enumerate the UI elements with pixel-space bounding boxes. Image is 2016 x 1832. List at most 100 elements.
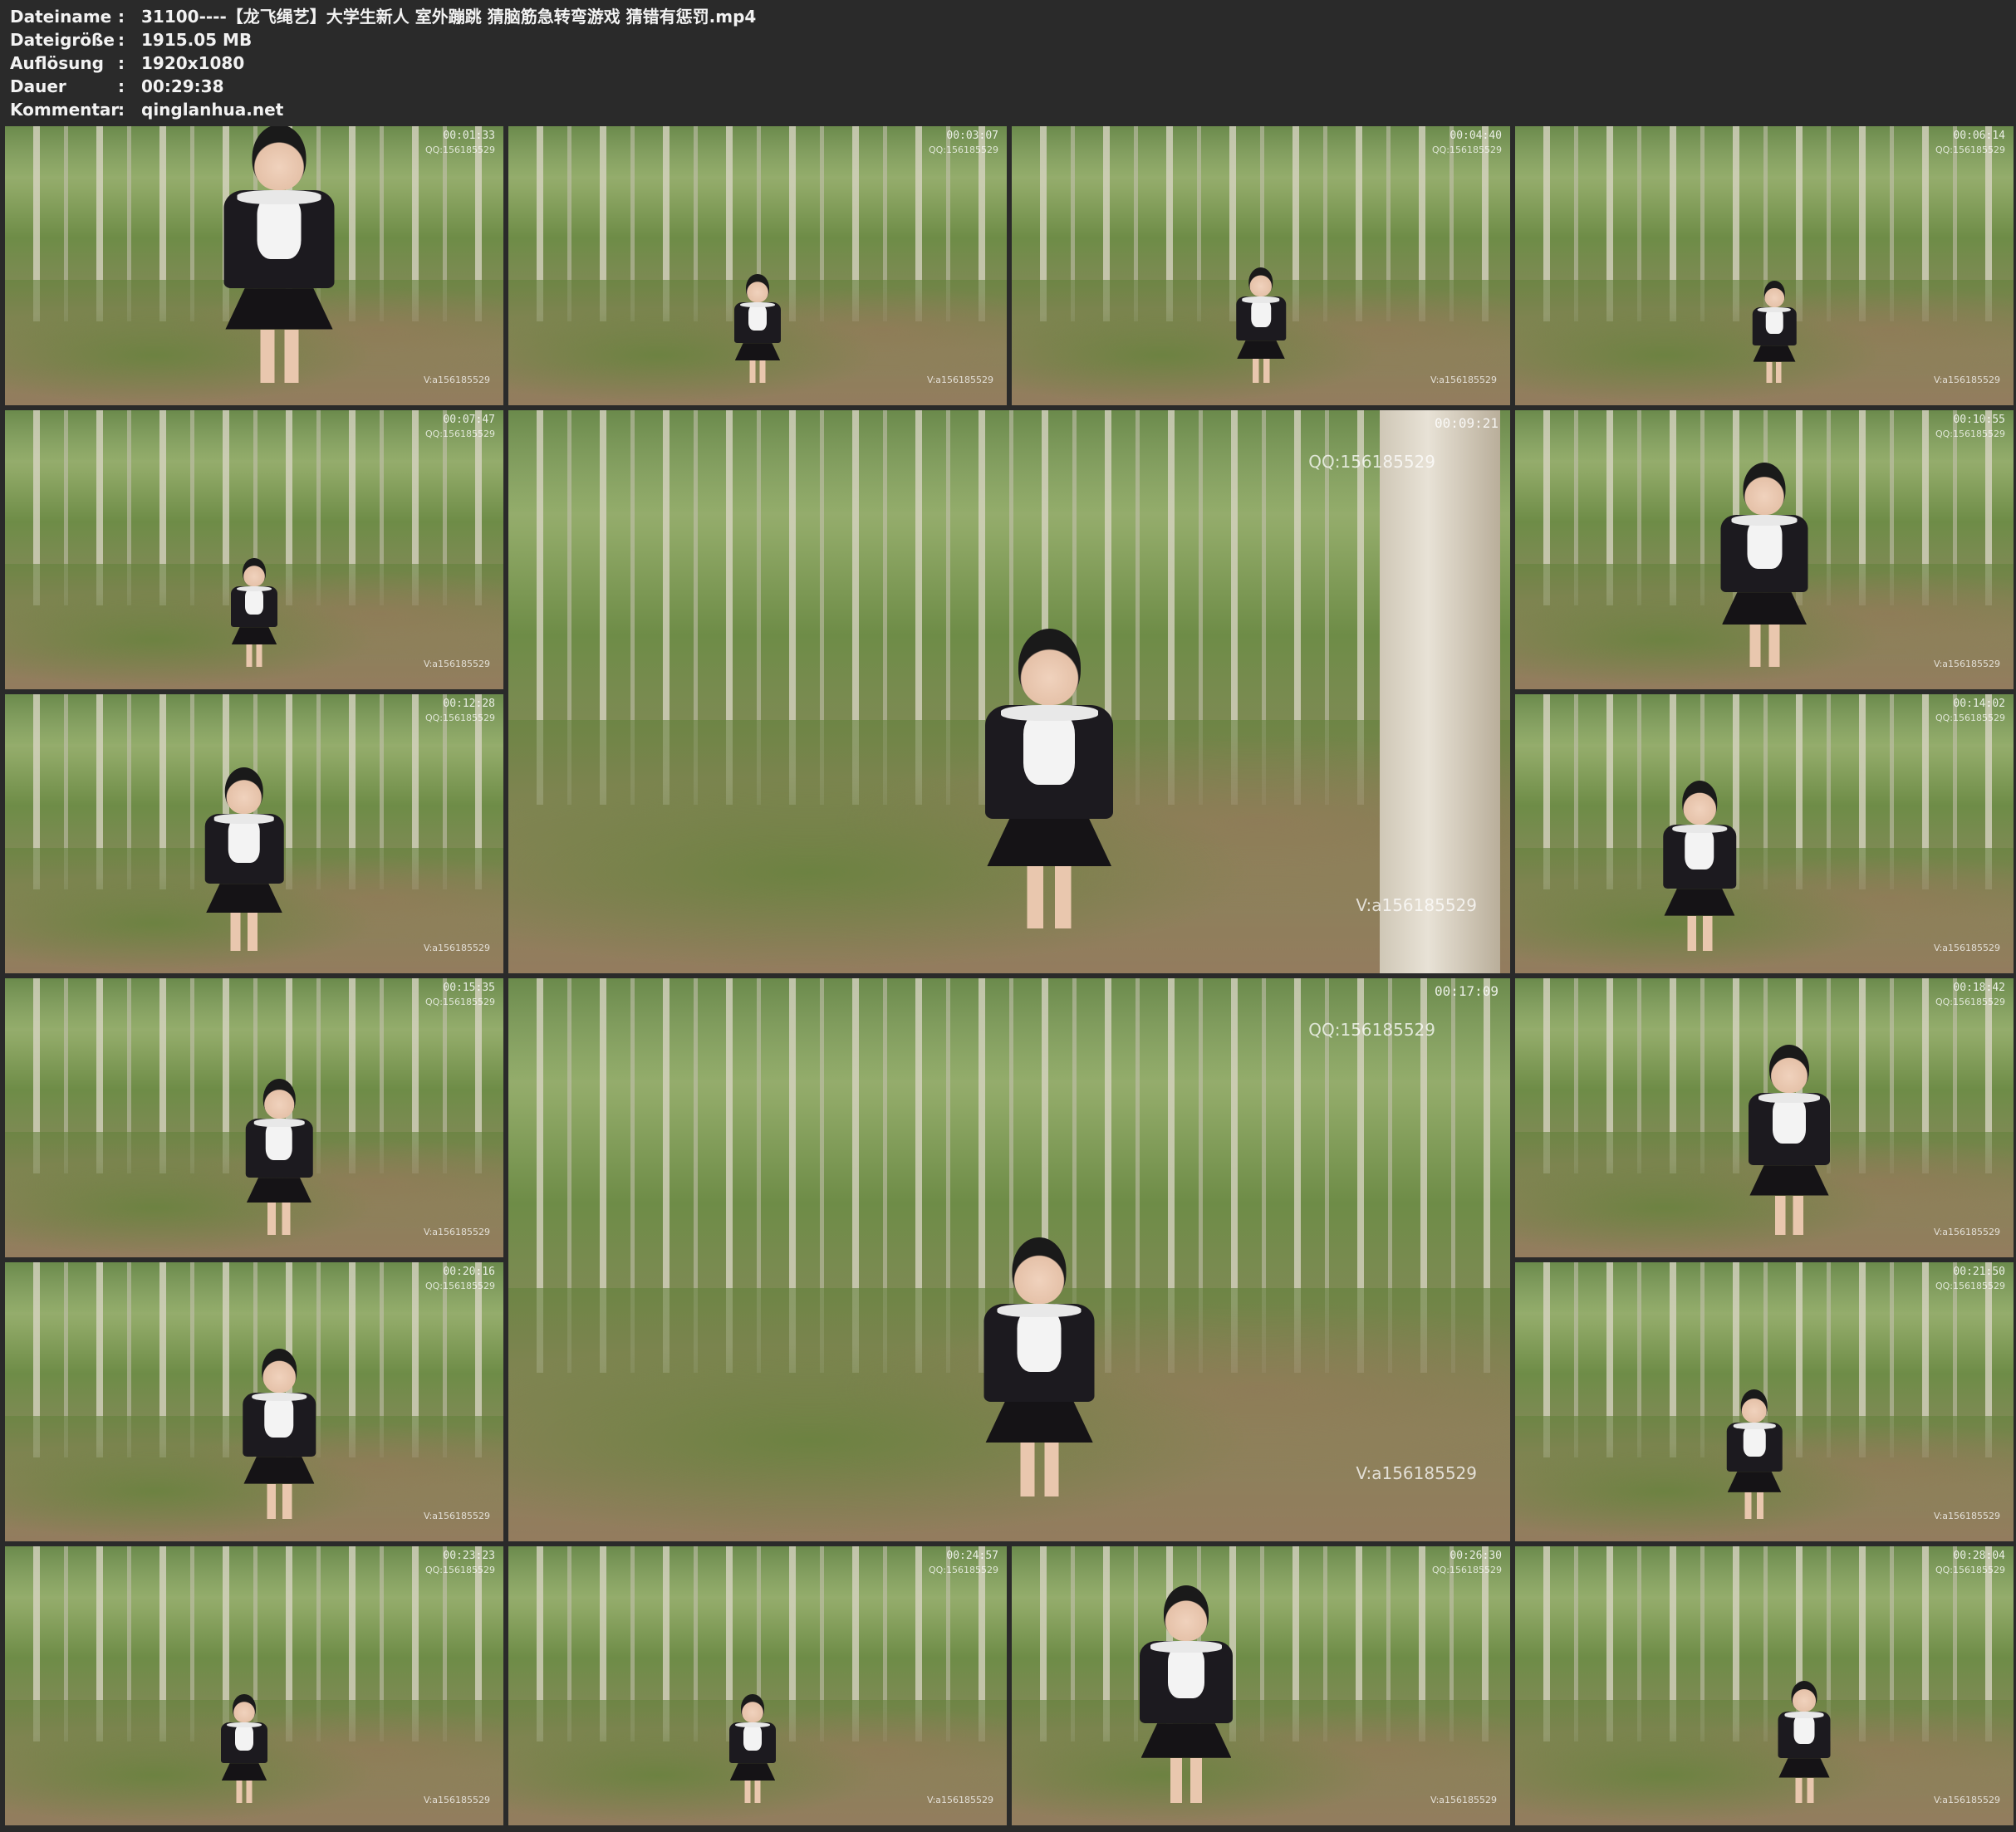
watermark-qq: QQ:156185529 <box>424 145 495 155</box>
thumbnail-timestamp: 00:06:14 <box>1953 130 2005 142</box>
thumbnail-timestamp: 00:14:02 <box>1953 698 2005 710</box>
watermark-v: V:a156185529 <box>1933 1511 2000 1521</box>
thumbnail-timestamp: 00:01:33 <box>443 130 495 142</box>
watermark-qq: QQ:156185529 <box>1935 713 2005 723</box>
person-figure <box>245 1078 313 1236</box>
watermark-v: V:a156185529 <box>1933 1227 2000 1237</box>
watermark-qq: QQ:156185529 <box>1935 997 2005 1007</box>
person-figure <box>1749 1044 1830 1236</box>
person-figure <box>1236 267 1286 384</box>
person-figure <box>1778 1680 1831 1804</box>
person-figure <box>1663 781 1736 952</box>
person-figure <box>734 273 781 384</box>
info-key: Auflösung <box>10 53 104 73</box>
file-info-row: Auflösung:1920x1080 <box>10 51 756 75</box>
video-thumbnail: 00:06:14 QQ:156185529 V:a156185529 <box>1515 126 2014 405</box>
ground-grass <box>1515 1699 2014 1825</box>
watermark-qq: QQ:156185529 <box>424 1565 495 1575</box>
info-value: 00:29:38 <box>141 76 224 96</box>
file-info-row: Dateigröße:1915.05 MB <box>10 28 756 51</box>
person-figure <box>223 126 335 384</box>
watermark-v: V:a156185529 <box>1933 943 2000 953</box>
watermark-qq: QQ:156185529 <box>424 997 495 1007</box>
watermark-v: V:a156185529 <box>423 659 490 669</box>
watermark-qq: QQ:156185529 <box>1308 452 1435 472</box>
info-separator: : <box>118 76 125 96</box>
watermark-v: V:a156185529 <box>423 375 490 385</box>
video-thumbnail: 00:18:42 QQ:156185529 V:a156185529 <box>1515 978 2014 1257</box>
watermark-qq: QQ:156185529 <box>1308 1020 1435 1040</box>
video-thumbnail: 00:24:57 QQ:156185529 V:a156185529 <box>508 1546 1007 1825</box>
ground-grass <box>1515 847 2014 973</box>
watermark-qq: QQ:156185529 <box>1935 1565 2005 1575</box>
video-thumbnail: 00:10:55 QQ:156185529 V:a156185529 <box>1515 410 2014 689</box>
watermark-v: V:a156185529 <box>1356 895 1477 915</box>
watermark-v: V:a156185529 <box>1430 1795 1497 1805</box>
watermark-qq: QQ:156185529 <box>928 1565 998 1575</box>
watermark-qq: QQ:156185529 <box>424 1281 495 1291</box>
info-value: 31100----【龙飞绳艺】大学生新人 室外蹦跳 猜脑筋急转弯游戏 猜错有惩罚… <box>141 7 757 27</box>
watermark-v: V:a156185529 <box>423 1227 490 1237</box>
person-figure <box>1140 1585 1233 1804</box>
info-key: Dauer <box>10 76 66 96</box>
video-thumbnail: 00:14:02 QQ:156185529 V:a156185529 <box>1515 694 2014 973</box>
watermark-qq: QQ:156185529 <box>1935 429 2005 439</box>
watermark-qq: QQ:156185529 <box>1431 145 1502 155</box>
watermark-qq: QQ:156185529 <box>424 429 495 439</box>
video-thumbnail: 00:26:30 QQ:156185529 V:a156185529 <box>1012 1546 1510 1825</box>
watermark-v: V:a156185529 <box>926 1795 993 1805</box>
info-separator: : <box>118 100 125 120</box>
thumbnail-timestamp: 00:15:35 <box>443 982 495 994</box>
info-key: Dateigröße <box>10 30 115 50</box>
watermark-v: V:a156185529 <box>423 1511 490 1521</box>
watermark-v: V:a156185529 <box>926 375 993 385</box>
info-key: Dateiname <box>10 7 112 27</box>
thumbnail-timestamp: 00:09:21 <box>1434 415 1499 431</box>
thumbnail-timestamp: 00:18:42 <box>1953 982 2005 994</box>
video-thumbnail: 00:12:28 QQ:156185529 V:a156185529 <box>5 694 503 973</box>
person-figure <box>729 1693 776 1804</box>
person-figure <box>1752 281 1797 384</box>
person-figure <box>243 1349 316 1520</box>
thumbnail-timestamp: 00:10:55 <box>1953 414 2005 426</box>
file-info-header: Dateiname:31100----【龙飞绳艺】大学生新人 室外蹦跳 猜脑筋急… <box>10 5 756 121</box>
watermark-qq: QQ:156185529 <box>1935 1281 2005 1291</box>
info-key: Kommentar <box>10 100 120 120</box>
info-separator: : <box>118 7 125 27</box>
watermark-qq: QQ:156185529 <box>1935 145 2005 155</box>
file-info-row: Dateiname:31100----【龙飞绳艺】大学生新人 室外蹦跳 猜脑筋急… <box>10 5 756 28</box>
tree-trunk-foreground <box>1380 410 1500 973</box>
watermark-v: V:a156185529 <box>1933 1795 2000 1805</box>
person-figure <box>204 767 284 952</box>
video-thumbnail: 00:23:23 QQ:156185529 V:a156185529 <box>5 1546 503 1825</box>
watermark-v: V:a156185529 <box>1430 375 1497 385</box>
video-thumbnail: 00:01:33 QQ:156185529 V:a156185529 <box>5 126 503 405</box>
video-thumbnail: 00:03:07 QQ:156185529 V:a156185529 <box>508 126 1007 405</box>
info-value: qinglanhua.net <box>141 100 284 120</box>
thumbnail-timestamp: 00:12:28 <box>443 698 495 710</box>
watermark-qq: QQ:156185529 <box>928 145 998 155</box>
thumbnail-timestamp: 00:20:16 <box>443 1266 495 1278</box>
watermark-v: V:a156185529 <box>1933 375 2000 385</box>
thumbnail-timestamp: 00:26:30 <box>1449 1550 1502 1562</box>
person-figure <box>1720 463 1808 668</box>
video-thumbnail: 00:17:09 QQ:156185529 V:a156185529 <box>508 978 1510 1541</box>
thumbnail-timestamp: 00:24:57 <box>946 1550 998 1562</box>
person-figure <box>1726 1389 1783 1520</box>
video-thumbnail: 00:04:40 QQ:156185529 V:a156185529 <box>1012 126 1510 405</box>
file-info-row: Kommentar: qinglanhua.net <box>10 98 756 121</box>
thumbnail-timestamp: 00:03:07 <box>946 130 998 142</box>
watermark-v: V:a156185529 <box>423 943 490 953</box>
watermark-qq: QQ:156185529 <box>1431 1565 1502 1575</box>
file-info-row: Dauer:00:29:38 <box>10 75 756 98</box>
thumbnail-timestamp: 00:04:40 <box>1449 130 1502 142</box>
watermark-v: V:a156185529 <box>1933 659 2000 669</box>
video-thumbnail: 00:15:35 QQ:156185529 V:a156185529 <box>5 978 503 1257</box>
info-separator: : <box>118 30 125 50</box>
watermark-qq: QQ:156185529 <box>424 713 495 723</box>
video-thumbnail: 00:07:47 QQ:156185529 V:a156185529 <box>5 410 503 689</box>
thumbnail-timestamp: 00:17:09 <box>1434 983 1499 999</box>
thumbnail-timestamp: 00:07:47 <box>443 414 495 426</box>
person-figure <box>985 629 1114 928</box>
person-figure <box>983 1237 1095 1496</box>
